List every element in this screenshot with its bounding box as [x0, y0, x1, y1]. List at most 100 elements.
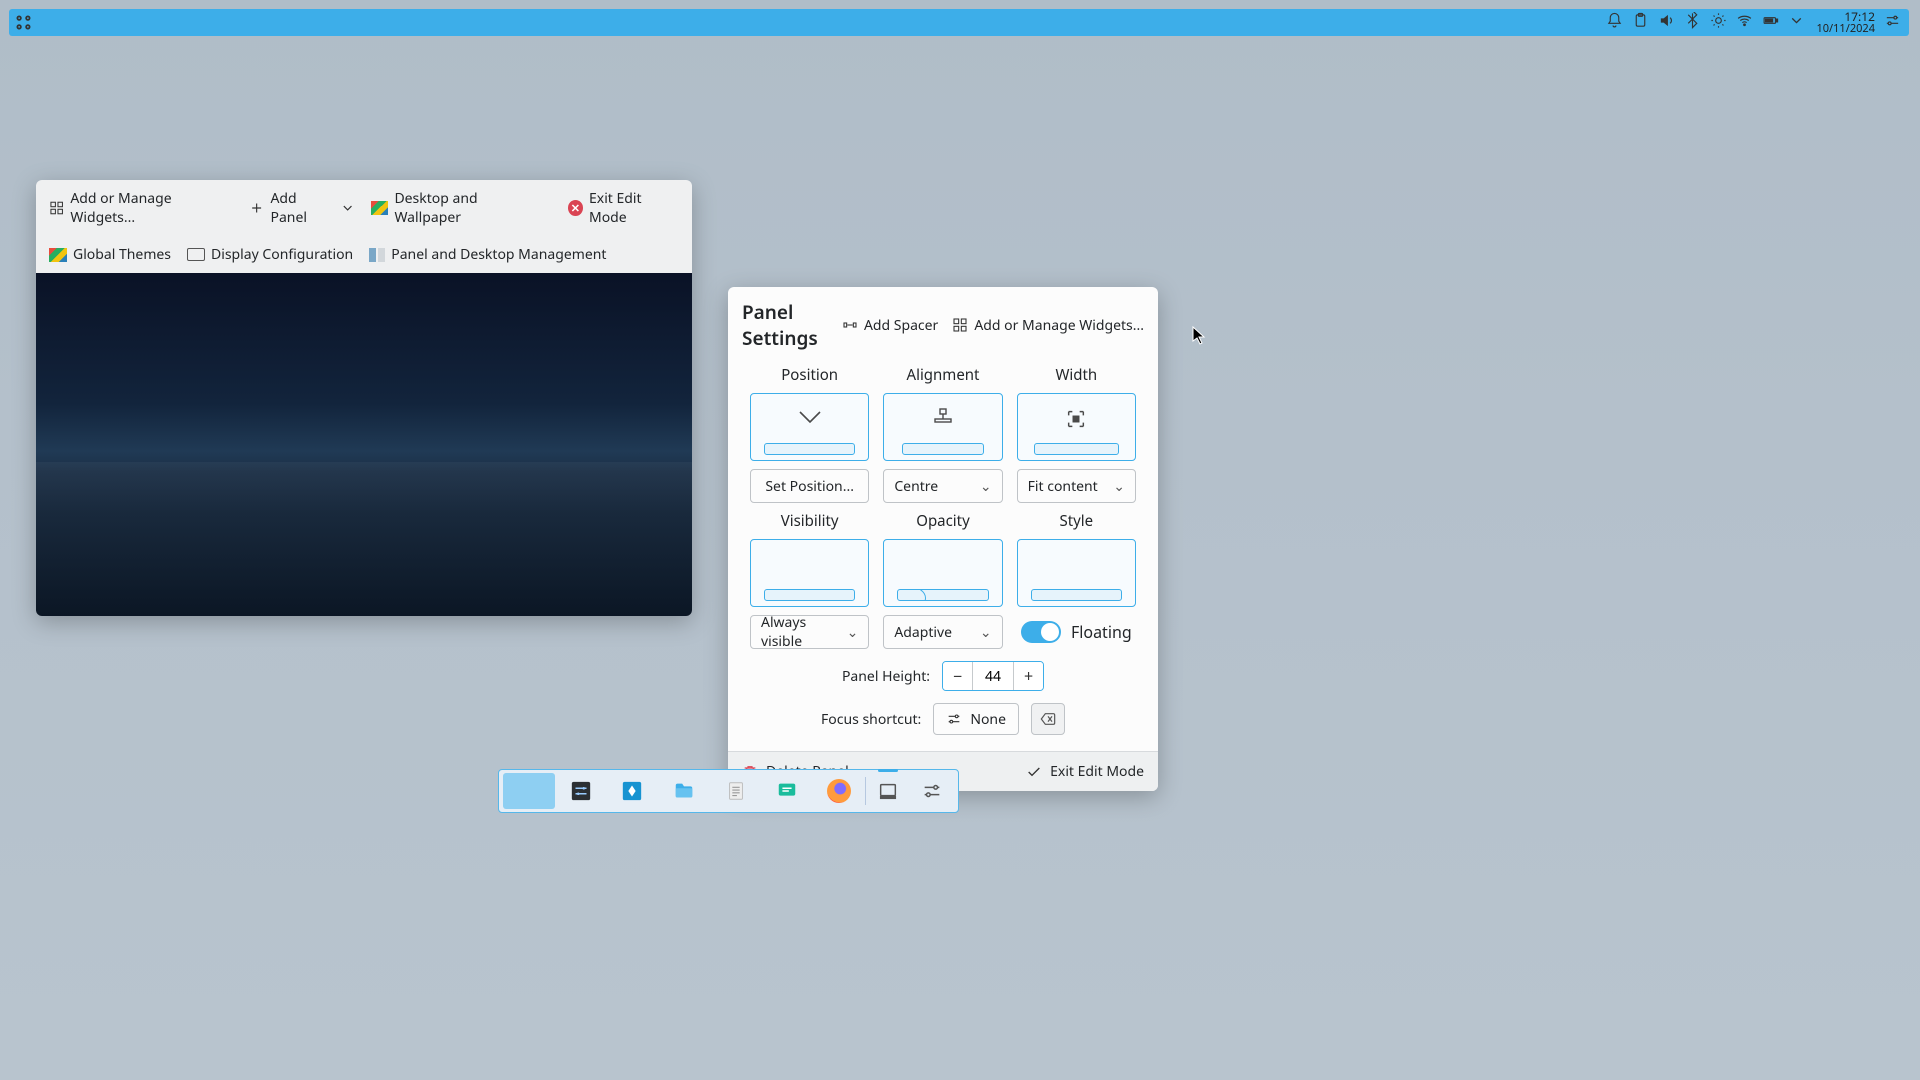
add-panel-button[interactable]: Add Panel	[246, 187, 358, 229]
panel-height-spinbox: − +	[942, 661, 1044, 691]
keyboard-icon	[946, 711, 962, 727]
visibility-select[interactable]: Always visible ⌄	[750, 615, 869, 649]
style-label: Style	[1017, 511, 1136, 531]
floating-toggle[interactable]	[1021, 621, 1061, 643]
firefox-icon	[827, 779, 851, 803]
edit-toolbar-row1: Add or Manage Widgets... Add Panel Deskt…	[36, 180, 692, 236]
align-center-icon	[933, 408, 953, 428]
exit-edit-mode-label-2: Exit Edit Mode	[1050, 762, 1144, 781]
add-spacer-label: Add Spacer	[864, 316, 938, 335]
desktop-wallpaper-label: Desktop and Wallpaper	[394, 189, 541, 227]
floating-label: Floating	[1071, 621, 1132, 643]
close-icon: ✕	[568, 200, 583, 216]
dock-chat[interactable]	[762, 773, 814, 809]
volume-icon[interactable]	[1658, 12, 1675, 34]
system-tray: 17:12 10/11/2024	[1606, 11, 1909, 34]
dock-discover[interactable]	[606, 773, 658, 809]
display-configuration-button[interactable]: Display Configuration	[184, 243, 356, 266]
sliders-icon	[921, 780, 943, 802]
desktop-wallpaper-button[interactable]: Desktop and Wallpaper	[368, 187, 544, 229]
dock-file-manager[interactable]	[658, 773, 710, 809]
position-tile[interactable]	[750, 393, 869, 461]
panel-settings-title: Panel Settings	[742, 299, 828, 351]
alignment-label: Alignment	[883, 365, 1002, 385]
dock-show-desktop[interactable]	[503, 773, 555, 809]
opacity-tile[interactable]	[883, 539, 1002, 607]
desktop-preview[interactable]	[36, 273, 692, 616]
dock-system-settings[interactable]	[555, 773, 607, 809]
panel-config-icon[interactable]	[1884, 12, 1901, 34]
dock-firefox[interactable]	[813, 773, 865, 809]
chevron-down-icon[interactable]	[1788, 12, 1805, 34]
width-value: Fit content	[1028, 477, 1098, 496]
add-spacer-button[interactable]: Add Spacer	[842, 316, 938, 335]
chevron-down-icon	[340, 200, 355, 216]
exit-edit-mode-button[interactable]: ✕ Exit Edit Mode	[565, 187, 682, 229]
fit-content-icon	[1065, 408, 1087, 430]
position-label: Position	[750, 365, 869, 385]
panels-icon	[369, 248, 385, 262]
chevron-down-icon: ⌄	[1113, 477, 1125, 496]
chevron-down-icon	[796, 408, 824, 426]
panel-height-input[interactable]	[973, 662, 1013, 690]
backspace-icon	[1040, 712, 1056, 726]
set-position-button[interactable]: Set Position...	[750, 469, 869, 503]
clock-date: 10/11/2024	[1816, 23, 1875, 34]
battery-icon[interactable]	[1762, 12, 1779, 34]
panel-settings-popup: Panel Settings Add Spacer Add or Manage …	[728, 287, 1158, 791]
panel-height-decrease[interactable]: −	[943, 662, 973, 690]
panel-desktop-management-button[interactable]: Panel and Desktop Management	[366, 243, 609, 266]
dock-text-editor[interactable]	[710, 773, 762, 809]
application-launcher-icon[interactable]	[13, 12, 34, 33]
panel-desktop-management-label: Panel and Desktop Management	[391, 245, 606, 264]
document-icon	[725, 780, 747, 802]
bottom-panel[interactable]	[498, 769, 959, 813]
desktop-edit-toolbar: Add or Manage Widgets... Add Panel Deskt…	[36, 180, 692, 616]
alignment-select[interactable]: Centre ⌄	[883, 469, 1002, 503]
opacity-select[interactable]: Adaptive ⌄	[883, 615, 1002, 649]
settings-icon	[570, 780, 592, 802]
alignment-tile[interactable]	[883, 393, 1002, 461]
opacity-value: Adaptive	[894, 623, 952, 642]
focus-shortcut-button[interactable]: None	[933, 703, 1019, 735]
clock[interactable]: 17:12 10/11/2024	[1816, 11, 1875, 34]
width-tile[interactable]	[1017, 393, 1136, 461]
focus-shortcut-label: Focus shortcut:	[821, 710, 921, 729]
chevron-down-icon: ⌄	[980, 477, 992, 496]
visibility-tile[interactable]	[750, 539, 869, 607]
display-configuration-label: Display Configuration	[211, 245, 353, 264]
clipboard-icon[interactable]	[1632, 12, 1649, 34]
width-select[interactable]: Fit content ⌄	[1017, 469, 1136, 503]
opacity-label: Opacity	[883, 511, 1002, 531]
window-icon	[877, 780, 899, 802]
width-label: Width	[1017, 365, 1136, 385]
wifi-icon[interactable]	[1736, 12, 1753, 34]
notifications-icon[interactable]	[1606, 12, 1623, 34]
focus-shortcut-clear[interactable]	[1031, 703, 1065, 735]
bluetooth-icon[interactable]	[1684, 12, 1701, 34]
brightness-icon[interactable]	[1710, 12, 1727, 34]
dock-panel-settings-icon[interactable]	[910, 773, 954, 809]
add-widgets-button[interactable]: Add or Manage Widgets...	[46, 187, 236, 229]
launcher-icon	[621, 780, 643, 802]
global-themes-button[interactable]: Global Themes	[46, 243, 174, 266]
display-icon	[187, 248, 205, 261]
chat-icon	[776, 780, 798, 802]
add-widgets-label-2: Add or Manage Widgets...	[974, 316, 1144, 335]
chevron-down-icon: ⌄	[847, 623, 859, 642]
style-tile[interactable]	[1017, 539, 1136, 607]
set-position-label: Set Position...	[765, 477, 854, 496]
checkmark-icon	[1026, 764, 1042, 780]
top-panel: 17:12 10/11/2024	[9, 9, 1909, 36]
focus-shortcut-value: None	[970, 710, 1006, 729]
add-panel-label: Add Panel	[270, 189, 333, 227]
visibility-label: Visibility	[750, 511, 869, 531]
dock-panel-config-app[interactable]	[866, 773, 910, 809]
exit-edit-mode-button-2[interactable]: Exit Edit Mode	[1026, 762, 1144, 781]
panel-height-label: Panel Height:	[842, 667, 930, 686]
folder-icon	[673, 780, 695, 802]
themes-icon	[49, 248, 67, 262]
add-widgets-button-2[interactable]: Add or Manage Widgets...	[952, 316, 1144, 335]
panel-height-increase[interactable]: +	[1013, 662, 1043, 690]
mouse-cursor	[1192, 326, 1206, 346]
